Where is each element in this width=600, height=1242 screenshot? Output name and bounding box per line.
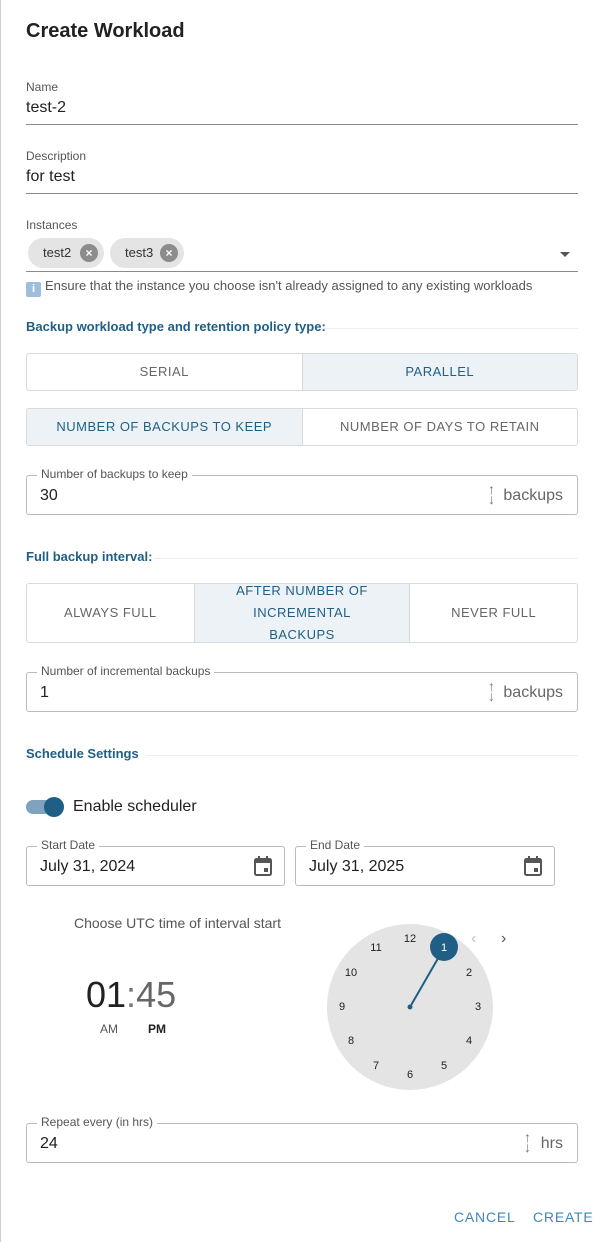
stepper-icon[interactable]: ↑ ↓	[524, 1130, 531, 1154]
serial-option[interactable]: SERIAL	[27, 354, 303, 390]
create-workload-dialog: Create Workload Name test-2 Description …	[0, 0, 600, 1242]
section-divider	[321, 328, 578, 329]
section-divider	[146, 755, 578, 756]
backups-unit: backups	[503, 487, 563, 504]
start-date-label: Start Date	[37, 838, 100, 852]
enable-scheduler-label: Enable scheduler	[73, 798, 197, 815]
description-label: Description	[26, 149, 87, 163]
minutes-value[interactable]: 45	[136, 974, 176, 1015]
hours-value[interactable]: 01	[86, 974, 126, 1015]
section-divider	[154, 558, 578, 559]
create-button[interactable]: CREATE	[533, 1209, 594, 1225]
instance-chip-label: test3	[125, 245, 154, 260]
retention-section-title: Backup workload type and retention polic…	[26, 319, 578, 334]
instance-chip-label: test2	[43, 245, 72, 260]
pm-toggle[interactable]: PM	[148, 1022, 166, 1036]
clock-number[interactable]: 12	[404, 933, 416, 945]
backups-to-keep-label: Number of backups to keep	[37, 467, 192, 481]
utc-time-label: Choose UTC time of interval start	[74, 915, 281, 931]
instances-hint: i Ensure that the instance you choose isn…	[26, 278, 532, 297]
clock-number[interactable]: 11	[370, 942, 381, 954]
incremental-backups-value[interactable]: 1	[40, 684, 49, 702]
instances-label: Instances	[26, 218, 78, 232]
instances-select[interactable]: test2 × test3 ×	[26, 238, 578, 272]
schedule-section-label: Schedule Settings	[26, 746, 139, 761]
clock-face[interactable]: 12 1 2 3 4 5 6 7 8 9 10 11	[327, 924, 493, 1090]
after-incremental-option[interactable]: AFTER NUMBER OF INCREMENTAL BACKUPS	[194, 584, 411, 642]
incremental-backups-input[interactable]: Number of incremental backups 1 ↑ ↓ backu…	[26, 664, 578, 712]
enable-scheduler-switch[interactable]	[26, 797, 64, 817]
am-toggle[interactable]: AM	[100, 1022, 118, 1036]
time-separator: :	[126, 974, 137, 1015]
clock-number[interactable]: 3	[475, 1001, 481, 1013]
repeat-unit: hrs	[540, 1135, 563, 1152]
info-icon: i	[26, 282, 41, 297]
clock-hand	[407, 933, 458, 1010]
full-backup-section-title: Full backup interval:	[26, 549, 578, 564]
parallel-option[interactable]: PARALLEL	[302, 354, 577, 390]
full-backup-section-label: Full backup interval:	[26, 549, 153, 564]
schedule-section-title: Schedule Settings	[26, 746, 578, 761]
always-full-option[interactable]: ALWAYS FULL	[27, 584, 195, 642]
retention-policy-toggle[interactable]: NUMBER OF BACKUPS TO KEEP NUMBER OF DAYS…	[26, 408, 578, 446]
calendar-icon[interactable]	[254, 856, 272, 876]
stepper-icon[interactable]: ↑ ↓	[488, 482, 495, 506]
repeat-every-value[interactable]: 24	[40, 1135, 58, 1153]
clock-number-selected[interactable]: 1	[441, 942, 447, 954]
name-label: Name	[26, 80, 59, 94]
dropdown-arrow-icon[interactable]	[560, 252, 570, 257]
clock-number[interactable]: 9	[339, 1001, 345, 1013]
chevron-left-icon[interactable]: ‹	[471, 930, 476, 948]
name-value[interactable]: test-2	[26, 99, 578, 117]
chip-remove-icon[interactable]: ×	[80, 244, 98, 262]
incremental-backups-label: Number of incremental backups	[37, 664, 215, 678]
description-field[interactable]: Description for test	[26, 149, 578, 194]
clock-number[interactable]: 7	[373, 1060, 379, 1072]
end-date-label: End Date	[306, 838, 365, 852]
description-value[interactable]: for test	[26, 168, 578, 186]
workload-type-toggle[interactable]: SERIAL PARALLEL	[26, 353, 578, 391]
clock-number[interactable]: 6	[407, 1069, 413, 1081]
instances-hint-text: Ensure that the instance you choose isn'…	[45, 278, 533, 293]
clock-number[interactable]: 10	[345, 967, 357, 979]
days-to-retain-option[interactable]: NUMBER OF DAYS TO RETAIN	[303, 409, 578, 445]
clock-number[interactable]: 8	[348, 1035, 354, 1047]
clock-number[interactable]: 4	[466, 1035, 472, 1047]
calendar-icon[interactable]	[524, 856, 542, 876]
chevron-right-icon[interactable]: ›	[501, 930, 506, 948]
end-date-input[interactable]: End Date July 31, 2025	[295, 838, 555, 886]
instance-chip[interactable]: test3 ×	[110, 238, 184, 268]
cancel-button[interactable]: CANCEL	[454, 1209, 516, 1225]
backups-to-keep-input[interactable]: Number of backups to keep 30 ↑ ↓ backups	[26, 467, 578, 515]
end-date-value[interactable]: July 31, 2025	[309, 858, 404, 876]
backups-to-keep-value[interactable]: 30	[40, 487, 58, 505]
dialog-title: Create Workload	[26, 20, 185, 42]
backups-to-keep-option[interactable]: NUMBER OF BACKUPS TO KEEP	[27, 409, 303, 445]
clock-number[interactable]: 2	[466, 967, 472, 979]
stepper-icon[interactable]: ↑ ↓	[488, 679, 495, 703]
start-date-input[interactable]: Start Date July 31, 2024	[26, 838, 285, 886]
chip-remove-icon[interactable]: ×	[160, 244, 178, 262]
never-full-option[interactable]: NEVER FULL	[410, 584, 577, 642]
start-date-value[interactable]: July 31, 2024	[40, 858, 135, 876]
repeat-every-input[interactable]: Repeat every (in hrs) 24 ↑ ↓ hrs	[26, 1115, 578, 1163]
repeat-every-label: Repeat every (in hrs)	[37, 1115, 158, 1129]
clock-number[interactable]: 5	[441, 1060, 447, 1072]
full-backup-toggle[interactable]: ALWAYS FULL AFTER NUMBER OF INCREMENTAL …	[26, 583, 578, 643]
switch-thumb[interactable]	[44, 797, 64, 817]
incremental-unit: backups	[503, 684, 563, 701]
retention-section-label: Backup workload type and retention polic…	[26, 319, 326, 334]
instance-chip[interactable]: test2 ×	[28, 238, 104, 268]
time-display: 01:45	[86, 974, 176, 1016]
name-field[interactable]: Name test-2	[26, 80, 578, 125]
